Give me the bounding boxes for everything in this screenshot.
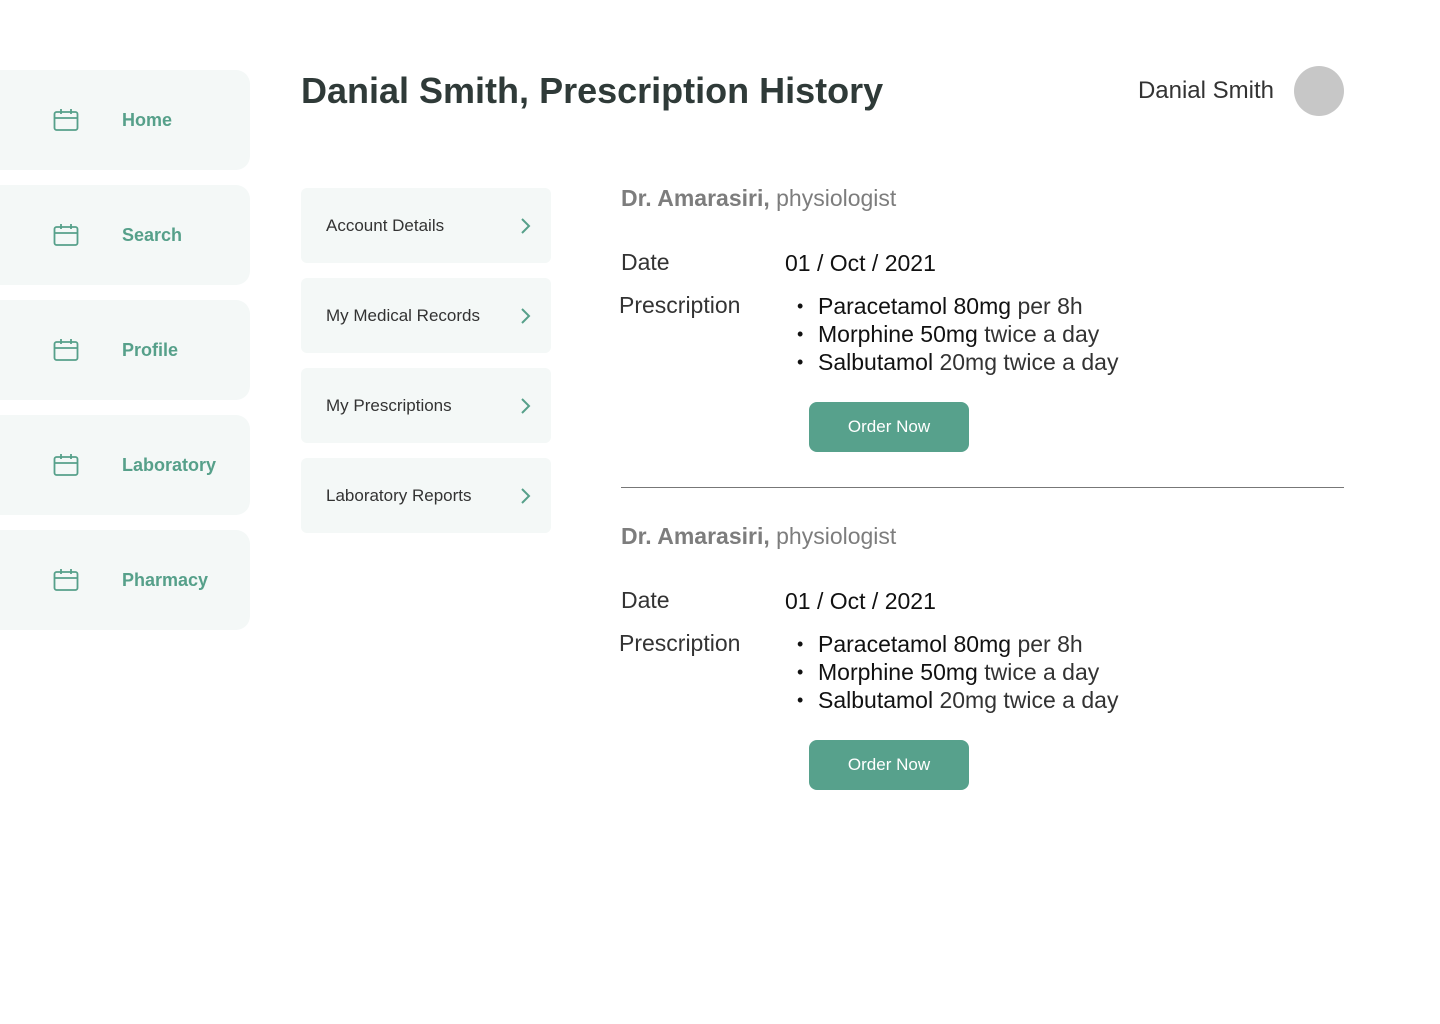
prescription-label: Prescription	[619, 630, 741, 656]
med-name: Paracetamol 80mg	[818, 293, 1012, 319]
date-value: 01 / Oct / 2021	[785, 250, 936, 276]
chevron-right-icon	[519, 217, 531, 235]
med-dose: twice a day	[984, 321, 1100, 347]
list-item: Paracetamol 80mg per 8h	[797, 292, 1118, 320]
subnav-item-medical-records[interactable]: My Medical Records	[301, 278, 551, 353]
med-dose: per 8h	[1017, 631, 1083, 657]
med-name: Paracetamol 80mg	[818, 631, 1012, 657]
sidebar-item-label: Search	[122, 224, 183, 245]
sidebar-item-laboratory[interactable]: Laboratory	[0, 415, 250, 515]
calendar-icon	[53, 338, 79, 362]
subnav-item-label: My Prescriptions	[326, 395, 452, 415]
med-dose: per 8h	[1017, 293, 1083, 319]
sidebar: Home Search Profile Laboratory Pharmacy	[0, 70, 250, 645]
calendar-icon	[53, 108, 79, 132]
subnav-item-label: Account Details	[326, 215, 445, 235]
med-dose: twice a day	[984, 659, 1100, 685]
chevron-right-icon	[519, 397, 531, 415]
med-dose: 20mg twice a day	[939, 687, 1119, 713]
list-item: Morphine 50mg twice a day	[797, 658, 1118, 686]
calendar-icon	[53, 568, 79, 592]
page-title-name: Danial Smith,	[301, 70, 530, 111]
page-title-section: Prescription History	[539, 70, 884, 111]
doctor-heading: Dr. Amarasiri, physiologist	[621, 185, 1344, 212]
order-now-button[interactable]: Order Now	[809, 402, 969, 452]
date-value: 01 / Oct / 2021	[785, 588, 936, 614]
date-label: Date	[621, 587, 670, 613]
medication-list: Paracetamol 80mg per 8h Morphine 50mg tw…	[797, 292, 1118, 376]
med-name: Morphine 50mg	[818, 659, 978, 685]
prescription-label: Prescription	[619, 292, 741, 318]
med-name: Salbutamol	[818, 349, 934, 375]
subnav-item-label: My Medical Records	[326, 305, 480, 325]
subnav-item-account-details[interactable]: Account Details	[301, 188, 551, 263]
date-label: Date	[621, 249, 670, 275]
list-item: Salbutamol 20mg twice a day	[797, 348, 1118, 376]
list-item: Paracetamol 80mg per 8h	[797, 630, 1118, 658]
prescription-record: Dr. Amarasiri, physiologist Date 01 / Oc…	[619, 185, 1344, 487]
doctor-name: Dr. Amarasiri,	[621, 185, 770, 211]
list-item: Morphine 50mg twice a day	[797, 320, 1118, 348]
list-item: Salbutamol 20mg twice a day	[797, 686, 1118, 714]
calendar-icon	[53, 223, 79, 247]
sidebar-item-label: Laboratory	[122, 454, 217, 475]
sidebar-item-home[interactable]: Home	[0, 70, 250, 170]
prescription-record: Dr. Amarasiri, physiologist Date 01 / Oc…	[619, 487, 1344, 824]
profile-subnav: Account Details My Medical Records My Pr…	[301, 188, 551, 548]
doctor-heading: Dr. Amarasiri, physiologist	[621, 523, 1344, 550]
page-title: Danial Smith, Prescription History	[301, 70, 883, 112]
subnav-item-prescriptions[interactable]: My Prescriptions	[301, 368, 551, 443]
doctor-role: physiologist	[776, 523, 897, 549]
doctor-name: Dr. Amarasiri,	[621, 523, 770, 549]
med-name: Morphine 50mg	[818, 321, 978, 347]
subnav-item-label: Laboratory Reports	[326, 485, 472, 505]
med-name: Salbutamol	[818, 687, 934, 713]
sidebar-item-label: Home	[122, 109, 173, 130]
user-name: Danial Smith	[1137, 77, 1274, 104]
chevron-right-icon	[519, 307, 531, 325]
sidebar-item-profile[interactable]: Profile	[0, 300, 250, 400]
sidebar-item-label: Pharmacy	[122, 569, 209, 590]
medication-list: Paracetamol 80mg per 8h Morphine 50mg tw…	[797, 630, 1118, 714]
order-now-button[interactable]: Order Now	[809, 740, 969, 790]
subnav-item-laboratory-reports[interactable]: Laboratory Reports	[301, 458, 551, 533]
sidebar-item-pharmacy[interactable]: Pharmacy	[0, 530, 250, 630]
sidebar-item-label: Profile	[122, 339, 179, 360]
chevron-right-icon	[519, 487, 531, 505]
user-menu[interactable]: Danial Smith	[1138, 66, 1344, 116]
sidebar-item-search[interactable]: Search	[0, 185, 250, 285]
avatar[interactable]	[1294, 66, 1344, 116]
doctor-role: physiologist	[776, 185, 897, 211]
prescription-list: Dr. Amarasiri, physiologist Date 01 / Oc…	[619, 185, 1344, 824]
calendar-icon	[53, 453, 79, 477]
med-dose: 20mg twice a day	[939, 349, 1119, 375]
